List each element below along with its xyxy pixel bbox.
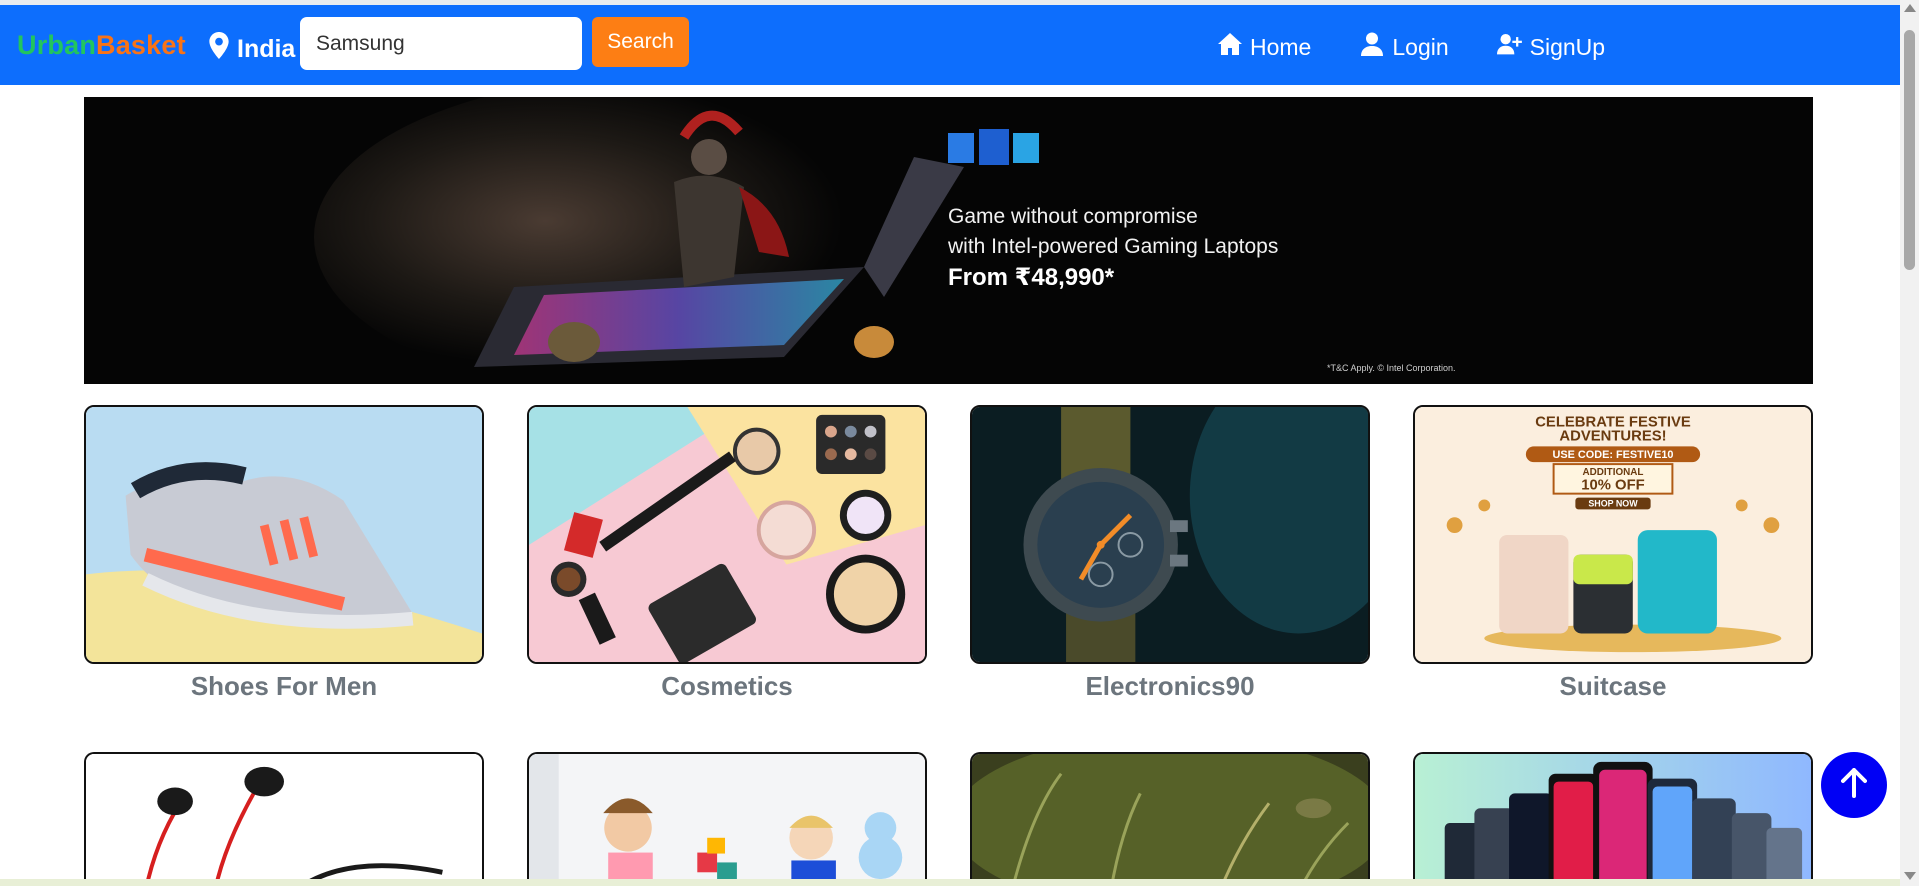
- nav-home[interactable]: Home: [1217, 32, 1311, 62]
- category-label: Cosmetics: [661, 671, 793, 701]
- category-image-suitcase: CELEBRATE FESTIVE ADVENTURES! USE CODE: …: [1413, 405, 1813, 664]
- category-card-electronics[interactable]: Electronics90: [970, 405, 1370, 702]
- promo-offer-2: 10% OFF: [1581, 478, 1645, 494]
- category-card-suitcase[interactable]: CELEBRATE FESTIVE ADVENTURES! USE CODE: …: [1413, 405, 1813, 702]
- promo-banner[interactable]: Game without compromise with Intel-power…: [84, 97, 1813, 384]
- nav-login[interactable]: Login: [1359, 32, 1449, 62]
- category-card-earphones[interactable]: [84, 752, 484, 886]
- category-label: Electronics90: [1085, 671, 1255, 701]
- category-card-mobiles[interactable]: [1413, 752, 1813, 886]
- home-icon: [1217, 32, 1243, 62]
- category-label: Shoes For Men: [190, 671, 378, 701]
- banner-copy: Game without compromise with Intel-power…: [948, 202, 1278, 294]
- category-image-shoes: [84, 405, 484, 664]
- user-icon: [1359, 32, 1385, 62]
- page-bottom-edge: [0, 879, 1900, 886]
- category-card-nature[interactable]: [970, 752, 1370, 886]
- category-image-nature: [970, 752, 1370, 886]
- location-label: India: [237, 34, 296, 63]
- promo-headline-2: ADVENTURES!: [1559, 429, 1666, 445]
- category-card-toys[interactable]: [527, 752, 927, 886]
- nav-login-label: Login: [1392, 33, 1449, 60]
- category-image-electronics: [970, 405, 1370, 664]
- promo-cta: SHOP NOW: [1588, 498, 1638, 508]
- nav-signup-label: SignUp: [1529, 33, 1606, 60]
- location-selector[interactable]: India: [209, 32, 295, 66]
- category-image-earphones: [84, 752, 484, 886]
- brand-part-2: Basket: [96, 30, 186, 60]
- brand-part-1: Urban: [17, 30, 97, 60]
- category-label: Suitcase: [1559, 671, 1667, 701]
- category-image-cosmetics: [527, 405, 927, 664]
- nav-home-label: Home: [1250, 33, 1312, 60]
- scroll-down-arrow[interactable]: [1904, 872, 1916, 880]
- promo-offer-1: ADDITIONAL: [1583, 467, 1644, 478]
- search-button[interactable]: Search: [592, 17, 689, 67]
- banner-line-2: with Intel-powered Gaming Laptops: [948, 235, 1279, 258]
- user-plus-icon: [1496, 32, 1523, 62]
- nav-links: Home Login SignUp: [1217, 32, 1605, 62]
- arrow-up-icon: [1841, 767, 1867, 803]
- banner-line-1: Game without compromise: [948, 205, 1198, 228]
- back-to-top-button[interactable]: [1821, 752, 1887, 818]
- scroll-up-arrow[interactable]: [1904, 4, 1916, 12]
- banner-price: From ₹48,990*: [948, 264, 1115, 291]
- category-card-cosmetics[interactable]: Cosmetics: [527, 405, 927, 702]
- navbar: UrbanBasket India Search Home Login Sign…: [0, 5, 1900, 85]
- vertical-scrollbar[interactable]: [1900, 0, 1919, 886]
- search-input[interactable]: [300, 17, 582, 70]
- category-image-mobiles: [1413, 752, 1813, 886]
- promo-code: USE CODE: FESTIVE10: [1552, 449, 1673, 461]
- scroll-thumb[interactable]: [1904, 30, 1915, 270]
- category-card-shoes[interactable]: Shoes For Men: [84, 405, 484, 702]
- nav-signup[interactable]: SignUp: [1496, 32, 1606, 62]
- banner-fine-print: *T&C Apply. © Intel Corporation.: [1327, 363, 1456, 373]
- map-pin-icon: [209, 32, 229, 66]
- category-image-toys: [527, 752, 927, 886]
- brand-logo[interactable]: UrbanBasket: [17, 30, 186, 61]
